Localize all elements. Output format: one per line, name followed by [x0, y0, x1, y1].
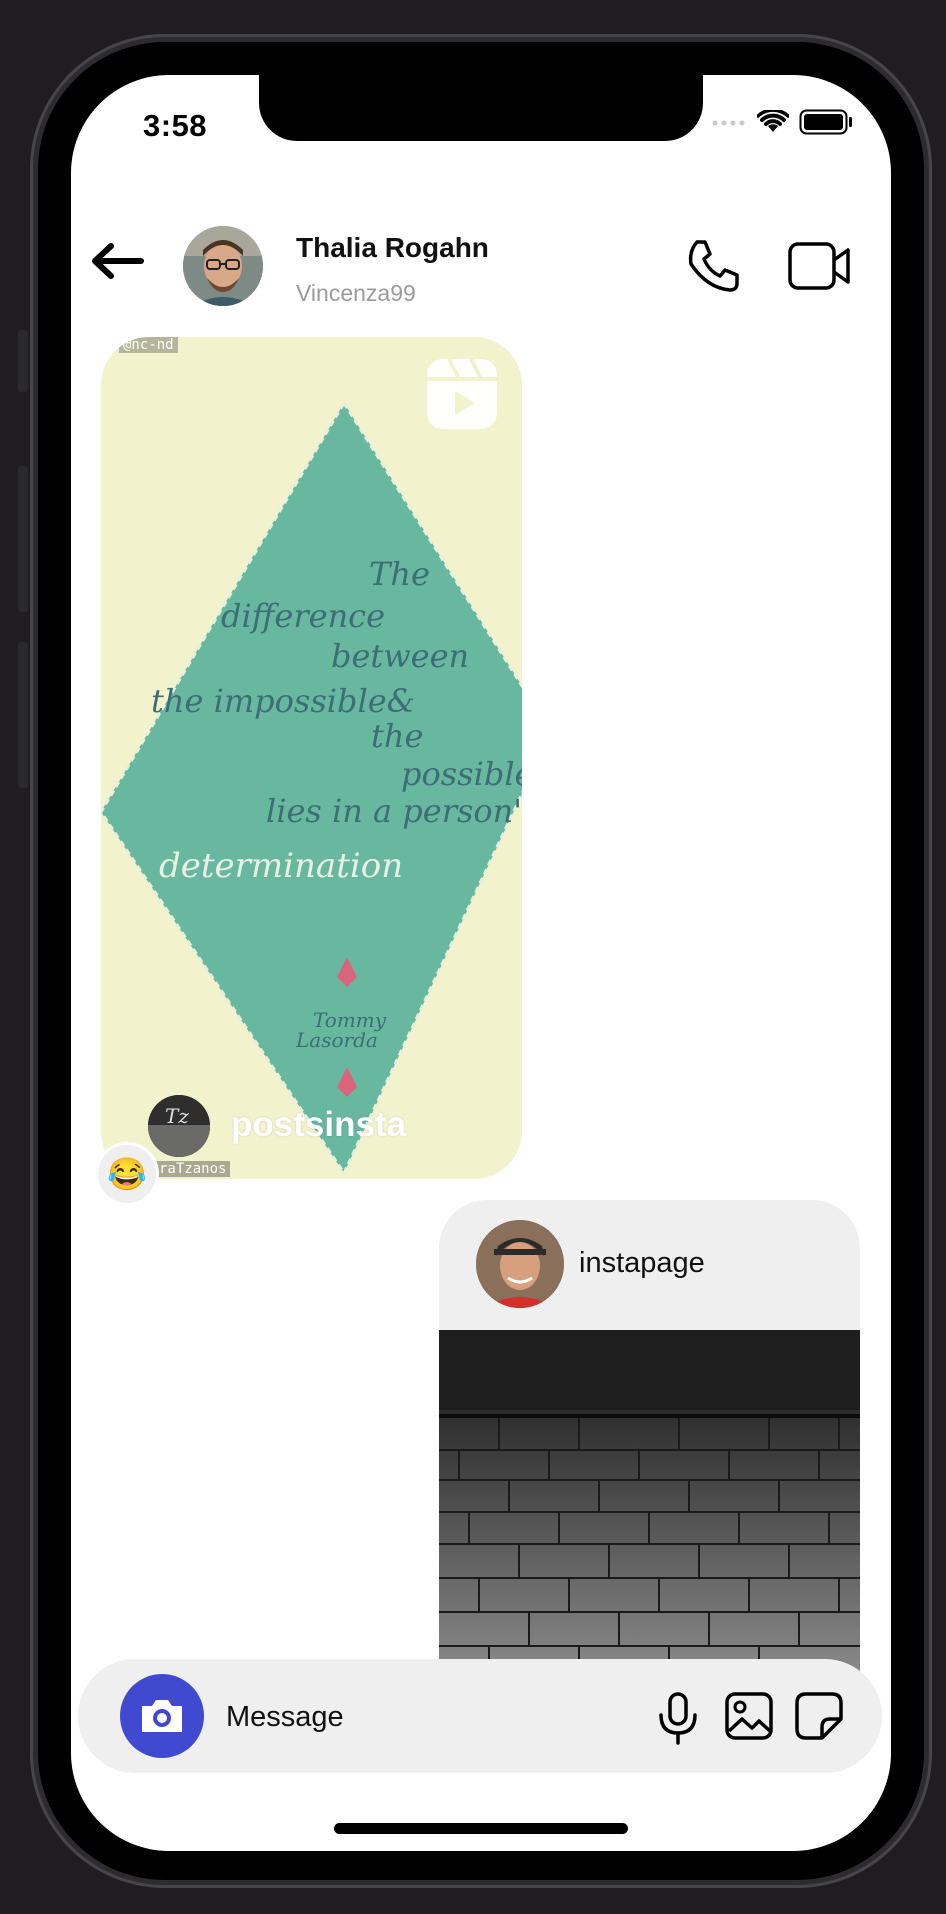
- back-arrow-icon[interactable]: [89, 241, 145, 281]
- status-time: 3:58: [143, 108, 208, 143]
- microphone-icon[interactable]: [653, 1691, 703, 1745]
- notch: [259, 75, 703, 141]
- shared-post[interactable]: instapage: [439, 1200, 860, 1680]
- contact-username: Vincenza99: [296, 280, 416, 306]
- reel-author-avatar-image: Tz: [148, 1095, 210, 1157]
- svg-text:Tz: Tz: [165, 1104, 189, 1128]
- shared-reel[interactable]: The difference between the impossible& t…: [101, 337, 522, 1179]
- reel-watermark: raTzanos: [155, 1161, 231, 1177]
- reel-author-name[interactable]: postsinsta: [231, 1105, 406, 1145]
- post-image[interactable]: [439, 1330, 860, 1680]
- svg-text:between: between: [331, 637, 469, 675]
- status-icons: [711, 109, 853, 135]
- svg-text:The: The: [369, 555, 430, 593]
- reaction-badge[interactable]: 😂: [95, 1142, 159, 1206]
- camera-button[interactable]: [120, 1674, 204, 1758]
- post-author-name[interactable]: instapage: [579, 1247, 705, 1280]
- reel-author-avatar[interactable]: Tz: [148, 1095, 210, 1157]
- home-indicator[interactable]: [334, 1823, 628, 1834]
- svg-text:possible: possible: [401, 755, 522, 793]
- mute-switch: [18, 330, 28, 392]
- contact-avatar[interactable]: [183, 226, 263, 306]
- contact-avatar-image: [183, 226, 263, 306]
- message-composer: [78, 1659, 882, 1773]
- message-input[interactable]: [226, 1695, 626, 1739]
- svg-text:lies in a person's: lies in a person's: [266, 792, 522, 830]
- chat-header: Thalia Rogahn Vincenza99: [71, 215, 891, 307]
- sticker-icon[interactable]: [794, 1691, 844, 1741]
- volume-down-button: [18, 642, 28, 788]
- chat-screen: 3:58 Thalia Rogahn Vincenza99 The differ…: [71, 75, 891, 1851]
- contact-name[interactable]: Thalia Rogahn: [296, 232, 489, 264]
- reels-icon: [427, 359, 497, 429]
- laughing-emoji-icon: 😂: [107, 1156, 147, 1192]
- svg-text:difference: difference: [221, 597, 385, 635]
- svg-text:the impossible&: the impossible&: [151, 682, 415, 720]
- reel-license-tag: @nc-nd: [119, 337, 178, 353]
- svg-text:determination: determination: [159, 846, 403, 886]
- camera-icon: [142, 1700, 182, 1732]
- wifi-icon: [757, 110, 789, 132]
- phone-icon[interactable]: [683, 236, 743, 296]
- post-author-avatar-image: [476, 1220, 564, 1308]
- volume-up-button: [18, 466, 28, 612]
- post-author-avatar[interactable]: [476, 1220, 564, 1308]
- video-camera-icon[interactable]: [787, 236, 853, 296]
- signal-icon: [712, 120, 745, 126]
- battery-icon: [799, 109, 852, 135]
- gallery-icon[interactable]: [724, 1691, 774, 1741]
- svg-text:the: the: [371, 717, 423, 755]
- svg-text:Lasorda: Lasorda: [295, 1028, 378, 1052]
- reel-image: The difference between the impossible& t…: [101, 337, 522, 1179]
